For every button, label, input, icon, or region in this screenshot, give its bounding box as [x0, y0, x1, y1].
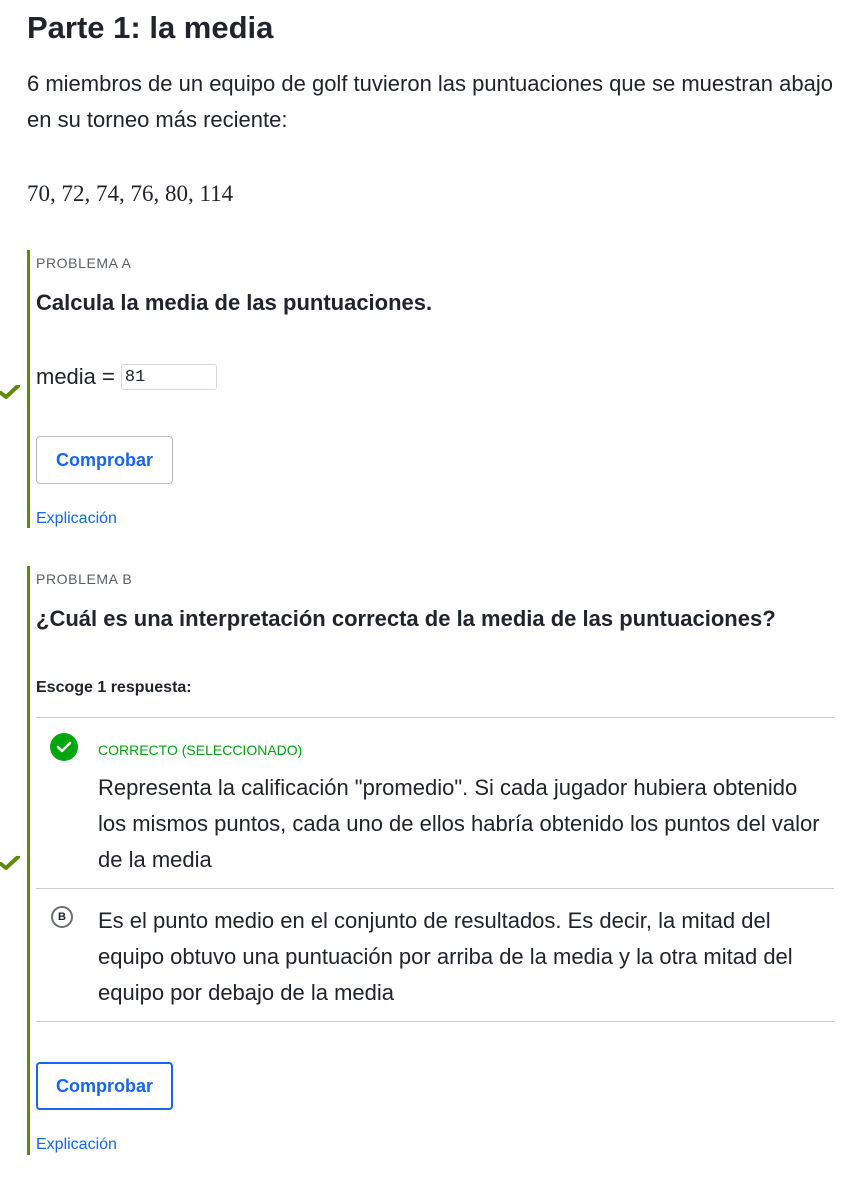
- intro-text: 6 miembros de un equipo de golf tuvieron…: [27, 71, 833, 132]
- problem-label: PROBLEMA B: [36, 571, 133, 587]
- problem-label: PROBLEMA A: [36, 255, 132, 271]
- divider: [36, 1021, 834, 1022]
- option-text: Representa la calificación "promedio". S…: [98, 775, 820, 872]
- check-button[interactable]: Comprobar: [36, 1062, 173, 1110]
- media-field-label: media =: [36, 364, 115, 389]
- problem-question: Calcula la media de las puntuaciones.: [36, 290, 433, 315]
- scores-list: 70, 72, 74, 76, 80, 114: [27, 181, 234, 206]
- checkmark-icon: [0, 856, 20, 870]
- explanation-link[interactable]: Explicación: [36, 1135, 117, 1155]
- option-status: CORRECTO (SELECCIONADO): [98, 742, 303, 758]
- check-button[interactable]: Comprobar: [36, 436, 173, 484]
- option-text: Es el punto medio en el conjunto de resu…: [98, 908, 793, 1005]
- media-input[interactable]: [120, 364, 217, 390]
- checkmark-icon: [0, 385, 20, 399]
- problem-b: PROBLEMA B ¿Cuál es una interpretación c…: [27, 566, 837, 1155]
- part-title: Parte 1: la media: [27, 10, 274, 45]
- checkmark-circle-icon: [50, 733, 78, 761]
- explanation-link[interactable]: Explicación: [36, 509, 117, 529]
- media-answer-row: media =: [36, 364, 217, 390]
- problem-question: ¿Cuál es una interpretación correcta de …: [36, 606, 776, 631]
- divider: [36, 717, 834, 718]
- divider: [36, 888, 834, 889]
- problem-a: PROBLEMA A Calcula la media de las puntu…: [27, 250, 837, 528]
- option-letter-badge: B: [51, 906, 73, 928]
- choose-label: Escoge 1 respuesta:: [36, 679, 192, 696]
